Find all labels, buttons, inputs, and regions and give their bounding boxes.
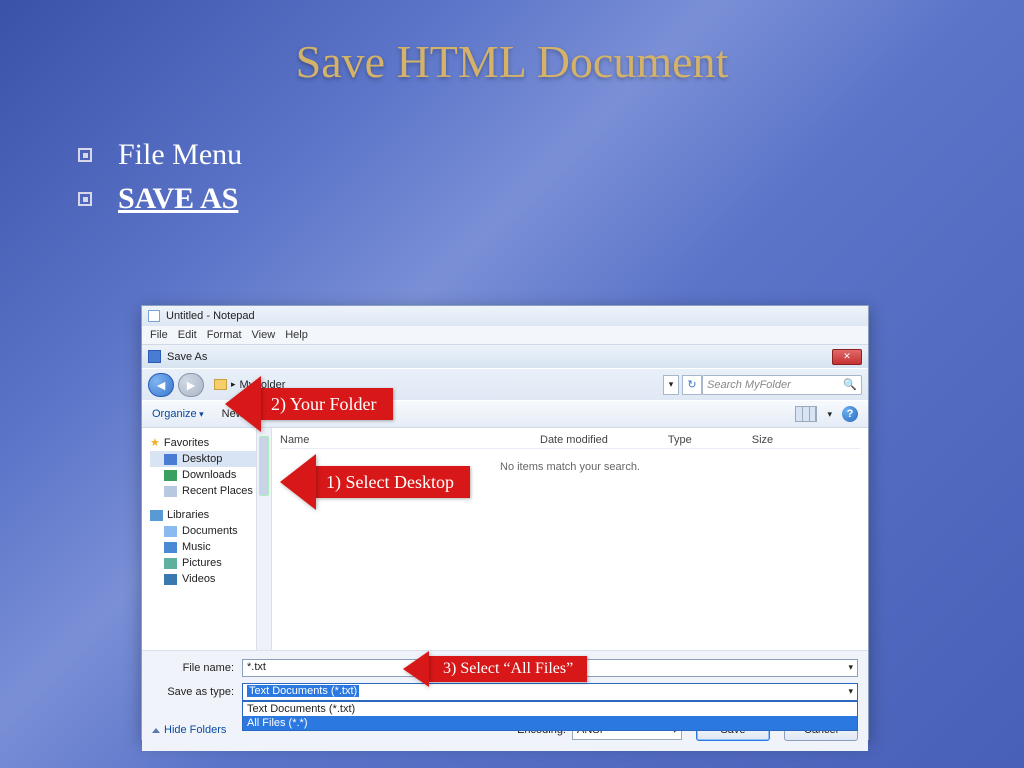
filename-value: *.txt (247, 661, 266, 673)
forward-button[interactable]: ► (178, 373, 204, 397)
view-dropdown-icon[interactable]: ▾ (827, 409, 832, 420)
notepad-titlebar: Untitled - Notepad (142, 306, 868, 326)
recent-icon (164, 486, 177, 497)
callout-arrow-1: 1) Select Desktop (280, 454, 470, 510)
menu-file[interactable]: File (150, 329, 168, 341)
search-placeholder: Search MyFolder (707, 379, 791, 391)
filetype-label: Save as type: (152, 686, 242, 698)
filetype-value: Text Documents (*.txt) (247, 685, 359, 697)
downloads-icon (164, 470, 177, 481)
notepad-title-text: Untitled - Notepad (166, 310, 255, 322)
dialog-body: ★ Favorites Desktop Downloads Recent Pla… (142, 428, 868, 650)
bullet-1: File Menu (78, 138, 1024, 172)
chevron-down-icon[interactable]: ▾ (848, 686, 853, 697)
chevron-up-icon (152, 728, 160, 733)
back-button[interactable]: ◄ (148, 373, 174, 397)
bullet-2-text: SAVE AS (118, 182, 238, 216)
videos-icon (164, 574, 177, 585)
help-button[interactable]: ? (842, 406, 858, 422)
callout-arrow-3: 3) Select “All Files” (403, 651, 587, 687)
col-date[interactable]: Date modified (540, 434, 608, 446)
bullet-2: SAVE AS (78, 182, 1024, 216)
callout-1-text: 1) Select Desktop (316, 466, 470, 498)
save-icon (148, 350, 161, 363)
col-size[interactable]: Size (752, 434, 773, 446)
tree-item-documents[interactable]: Documents (150, 523, 271, 539)
filename-label: File name: (152, 662, 242, 674)
col-name[interactable]: Name (280, 434, 480, 446)
refresh-button[interactable]: ↻ (682, 375, 702, 395)
filetype-option-all[interactable]: All Files (*.*) (243, 716, 857, 730)
menu-format[interactable]: Format (207, 329, 242, 341)
music-icon (164, 542, 177, 553)
downloads-label: Downloads (182, 469, 236, 481)
hide-folders-label: Hide Folders (164, 724, 226, 736)
chevron-down-icon[interactable]: ▾ (848, 662, 853, 673)
tree-item-downloads[interactable]: Downloads (150, 467, 271, 483)
tree-item-desktop[interactable]: Desktop (150, 451, 271, 467)
desktop-label: Desktop (182, 453, 222, 465)
col-type[interactable]: Type (668, 434, 692, 446)
address-dropdown[interactable]: ▾ (663, 375, 679, 395)
menu-edit[interactable]: Edit (178, 329, 197, 341)
tree-item-music[interactable]: Music (150, 539, 271, 555)
desktop-icon (164, 454, 177, 465)
navigation-tree: ★ Favorites Desktop Downloads Recent Pla… (142, 428, 272, 650)
close-button[interactable]: ✕ (832, 349, 862, 365)
scrollbar-thumb[interactable] (259, 436, 269, 496)
favorites-label: Favorites (164, 437, 209, 449)
view-options-button[interactable] (795, 406, 817, 422)
slide-title: Save HTML Document (0, 0, 1024, 88)
tree-favorites-header[interactable]: ★ Favorites (150, 434, 271, 451)
bullet-list: File Menu SAVE AS (78, 138, 1024, 216)
recent-label: Recent Places (182, 485, 253, 497)
menu-help[interactable]: Help (285, 329, 308, 341)
libraries-label: Libraries (167, 509, 209, 521)
pictures-icon (164, 558, 177, 569)
tree-scrollbar[interactable] (256, 428, 271, 650)
tree-libraries-header[interactable]: Libraries (150, 507, 271, 523)
pictures-label: Pictures (182, 557, 222, 569)
star-icon: ★ (150, 436, 160, 449)
organize-button[interactable]: Organize (152, 408, 204, 420)
hide-folders-button[interactable]: Hide Folders (152, 724, 226, 736)
callout-2-text: 2) Your Folder (261, 388, 393, 420)
tree-item-videos[interactable]: Videos (150, 571, 271, 587)
arrow-head-icon (403, 651, 429, 687)
documents-label: Documents (182, 525, 238, 537)
callout-3-text: 3) Select “All Files” (429, 656, 587, 682)
notepad-menubar: File Edit Format View Help (142, 326, 868, 344)
bullet-marker-icon (78, 192, 92, 206)
music-label: Music (182, 541, 211, 553)
callout-arrow-2: 2) Your Folder (225, 376, 393, 432)
saveas-titlebar: Save As ✕ (142, 344, 868, 368)
saveas-title-text: Save As (167, 351, 207, 363)
filetype-dropdown: Text Documents (*.txt) All Files (*.*) (242, 701, 858, 731)
column-headers[interactable]: Name Date modified Type Size (280, 432, 860, 449)
search-icon: 🔍 (843, 378, 857, 391)
search-input[interactable]: Search MyFolder 🔍 (702, 375, 862, 395)
tree-item-recent[interactable]: Recent Places (150, 483, 271, 499)
arrow-head-icon (225, 376, 261, 432)
filetype-option-txt[interactable]: Text Documents (*.txt) (243, 702, 857, 716)
notepad-icon (148, 310, 160, 322)
videos-label: Videos (182, 573, 215, 585)
tree-item-pictures[interactable]: Pictures (150, 555, 271, 571)
arrow-head-icon (280, 454, 316, 510)
libraries-icon (150, 510, 163, 521)
documents-icon (164, 526, 177, 537)
bullet-marker-icon (78, 148, 92, 162)
menu-view[interactable]: View (252, 329, 276, 341)
bullet-1-text: File Menu (118, 138, 242, 172)
